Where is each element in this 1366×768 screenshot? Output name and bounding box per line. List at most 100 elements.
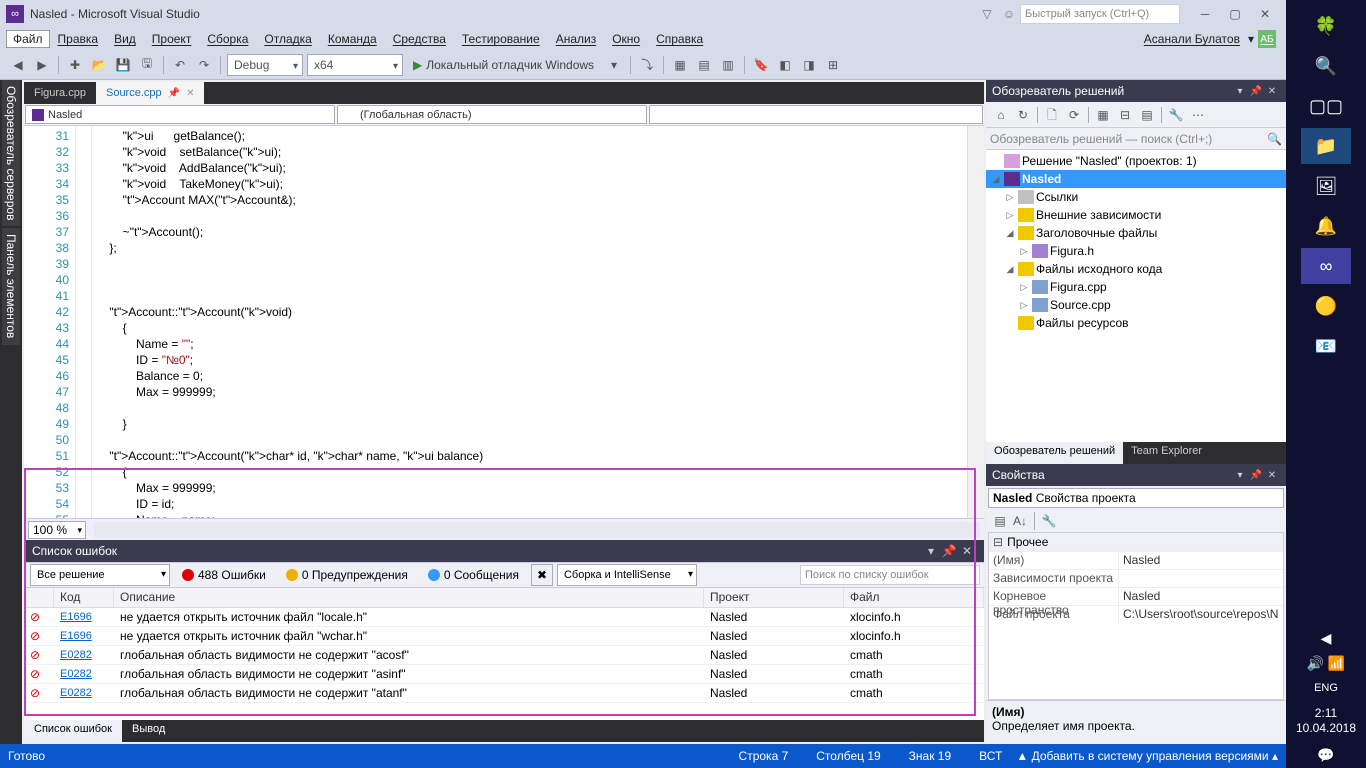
prop-category[interactable]: Прочее [989, 533, 1283, 551]
properties-selector[interactable]: Nasled Свойства проекта [988, 488, 1284, 508]
errorlist-options-icon[interactable]: ▾ [922, 544, 940, 558]
taskbar-app-icon-1[interactable]: 🖼 [1301, 168, 1351, 204]
scope-select[interactable]: Nasled [25, 105, 335, 124]
se-pending-icon[interactable]: 🗋 [1042, 105, 1062, 125]
doc-tab[interactable]: Source.cpp📌✕ [96, 82, 205, 104]
errcol-desc[interactable]: Описание [114, 588, 704, 607]
toolbox-icon-6[interactable]: ⊞ [822, 54, 844, 76]
toolbox-icon-2[interactable]: ▤ [693, 54, 715, 76]
toolbox-icon-5[interactable]: ◨ [798, 54, 820, 76]
notifications-icon[interactable]: ▽ [976, 7, 998, 21]
menu-file[interactable]: Файл [6, 30, 50, 48]
tab-output[interactable]: Вывод [122, 720, 175, 742]
menu-отладка[interactable]: Отладка [256, 30, 319, 48]
se-options-icon[interactable]: ▾ [1232, 86, 1248, 97]
tray-clock[interactable]: 2:11 10.04.2018 [1296, 700, 1356, 743]
bookmark-icon[interactable]: 🔖 [750, 54, 772, 76]
tab-solution-explorer[interactable]: Обозреватель решений [986, 442, 1123, 464]
se-search-input[interactable]: Обозреватель решений — поиск (Ctrl+;) [990, 132, 1212, 146]
se-pin-icon[interactable]: 📌 [1248, 86, 1264, 97]
run-dropdown-icon[interactable]: ▾ [603, 54, 625, 76]
prop-close-icon[interactable]: ✕ [1264, 470, 1280, 481]
maximize-button[interactable]: ▢ [1220, 4, 1250, 24]
property-row[interactable]: (Имя)Nasled [989, 551, 1283, 569]
se-showall-icon[interactable]: ▦ [1093, 105, 1113, 125]
code-editor[interactable]: 3132333435363738394041424344454647484950… [24, 126, 984, 518]
tab-errorlist[interactable]: Список ошибок [24, 720, 122, 742]
errorlist-pin-icon[interactable]: 📌 [940, 544, 958, 558]
user-name[interactable]: Асанали Булатов [1136, 30, 1248, 48]
errcol-code[interactable]: Код [54, 588, 114, 607]
error-scope-select[interactable]: Все решение [30, 564, 170, 586]
messages-filter-button[interactable]: 0 Сообщения [419, 564, 528, 586]
step-into-icon[interactable]: ⤵ [636, 54, 658, 76]
prop-alpha-icon[interactable]: A↓ [1011, 512, 1029, 530]
config-select[interactable]: Debug [227, 54, 303, 76]
horizontal-scrollbar[interactable] [94, 522, 980, 538]
vertical-scrollbar[interactable] [967, 126, 984, 518]
menu-анализ[interactable]: Анализ [548, 30, 605, 48]
error-row[interactable]: ⊘E0282глобальная область видимости не со… [24, 665, 984, 684]
toolbox-icon-4[interactable]: ◧ [774, 54, 796, 76]
taskbar-app-icon-2[interactable]: 🔔 [1301, 208, 1351, 244]
close-button[interactable]: ✕ [1250, 4, 1280, 24]
error-row[interactable]: ⊘E0282глобальная область видимости не со… [24, 646, 984, 665]
menu-тестирование[interactable]: Тестирование [454, 30, 548, 48]
quick-launch-input[interactable]: Быстрый запуск (Ctrl+Q) [1020, 4, 1180, 24]
menu-окно[interactable]: Окно [604, 30, 648, 48]
error-search-input[interactable]: Поиск по списку ошибок [800, 565, 980, 585]
warnings-filter-button[interactable]: 0 Предупреждения [277, 564, 417, 586]
menu-сборка[interactable]: Сборка [199, 30, 256, 48]
tray-notifications-icon[interactable]: 💬 [1296, 743, 1356, 768]
prop-categorized-icon[interactable]: ▤ [991, 512, 1009, 530]
minimize-button[interactable]: ─ [1190, 4, 1220, 24]
tree-node[interactable]: ▷Ссылки [986, 188, 1286, 206]
errcol-file[interactable]: Файл [844, 588, 984, 607]
taskbar-explorer-icon[interactable]: 📁 [1301, 128, 1351, 164]
taskbar-app-icon-3[interactable]: 🟡 [1301, 288, 1351, 324]
nav-fwd-icon[interactable]: ▶ [31, 54, 53, 76]
member-select[interactable] [649, 105, 983, 124]
zoom-select[interactable]: 100 % [28, 521, 86, 539]
prop-options-icon[interactable]: ▾ [1232, 470, 1248, 481]
error-source-select[interactable]: Сборка и IntelliSense [557, 564, 697, 586]
prop-pin-icon[interactable]: 📌 [1248, 470, 1264, 481]
se-collapse-icon[interactable]: ⊟ [1115, 105, 1135, 125]
menu-команда[interactable]: Команда [320, 30, 385, 48]
tray-chevron-icon[interactable]: ◀ [1296, 626, 1356, 651]
taskbar-app-icon-4[interactable]: 📧 [1301, 328, 1351, 364]
menu-проект[interactable]: Проект [144, 30, 200, 48]
server-explorer-tab[interactable]: Обозреватель серверов [2, 80, 20, 226]
user-avatar[interactable]: АБ [1258, 30, 1276, 48]
search-icon[interactable]: 🔍 [1301, 48, 1351, 84]
filter-toggle-icon[interactable]: ✖ [531, 564, 553, 586]
taskbar-vs-icon[interactable]: ∞ [1301, 248, 1351, 284]
undo-icon[interactable]: ↶ [169, 54, 191, 76]
tree-node[interactable]: ◢Файлы исходного кода [986, 260, 1286, 278]
property-row[interactable]: Зависимости проекта [989, 569, 1283, 587]
menu-справка[interactable]: Справка [648, 30, 711, 48]
status-vcs-button[interactable]: ▲ Добавить в систему управления версиями… [1016, 749, 1278, 763]
errcol-icon[interactable] [24, 588, 54, 607]
se-sync-icon[interactable]: ↻ [1013, 105, 1033, 125]
se-refresh-icon[interactable]: ⟳ [1064, 105, 1084, 125]
doc-tab[interactable]: Figura.cpp [24, 82, 96, 104]
start-debug-button[interactable]: Локальный отладчик Windows [405, 54, 602, 76]
errorlist-close-icon[interactable]: ✕ [958, 544, 976, 558]
errcol-proj[interactable]: Проект [704, 588, 844, 607]
tree-node[interactable]: ◢Nasled [986, 170, 1286, 188]
menu-средства[interactable]: Средства [385, 30, 454, 48]
save-all-icon[interactable]: 🖫 [136, 54, 158, 76]
error-row[interactable]: ⊘E0282глобальная область видимости не со… [24, 684, 984, 703]
tree-node[interactable]: ◢Заголовочные файлы [986, 224, 1286, 242]
tree-node[interactable]: Файлы ресурсов [986, 314, 1286, 332]
tray-sound-wifi-icon[interactable]: 🔊 📶 [1296, 651, 1356, 676]
toolbox-icon-3[interactable]: ▥ [717, 54, 739, 76]
start-icon[interactable]: 🍀 [1301, 8, 1351, 44]
se-properties-icon[interactable]: ▤ [1137, 105, 1157, 125]
tray-language[interactable]: ENG [1308, 676, 1344, 700]
nav-back-icon[interactable]: ◀ [7, 54, 29, 76]
tree-node[interactable]: ▷Внешние зависимости [986, 206, 1286, 224]
se-more-icon[interactable]: ⋯ [1188, 105, 1208, 125]
toolbox-tab[interactable]: Панель элементов [2, 228, 20, 344]
